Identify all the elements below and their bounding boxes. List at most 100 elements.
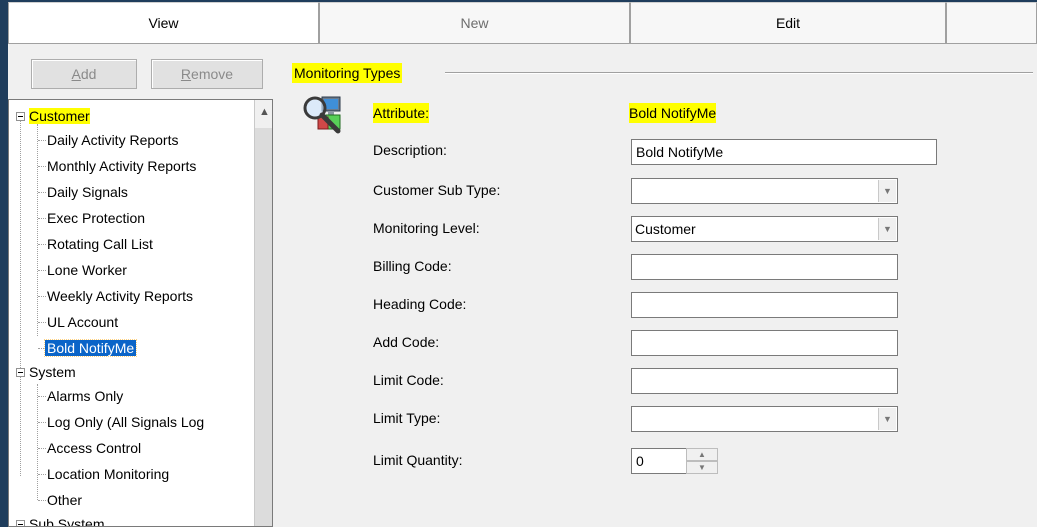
monitoring-level-select[interactable]: Customer ▼: [631, 216, 898, 242]
add-button[interactable]: Add: [31, 59, 137, 89]
remove-button[interactable]: Remove: [151, 59, 263, 89]
add-button-label: dd: [80, 66, 97, 82]
monitoring-types-tree[interactable]: Customer Daily Activity Reports Monthly …: [8, 99, 273, 527]
attribute-label: Attribute:: [373, 103, 430, 123]
tree-branch: [38, 448, 46, 449]
limit-type-label: Limit Type:: [373, 410, 441, 426]
scroll-up-button[interactable]: ▲: [255, 100, 272, 128]
sub-system-expand-icon[interactable]: [16, 520, 25, 526]
tree-branch: [38, 322, 46, 323]
tree-item-log-only[interactable]: Log Only (All Signals Log: [47, 410, 204, 434]
chevron-down-icon[interactable]: ▼: [878, 218, 896, 240]
chevron-down-icon[interactable]: ▼: [878, 408, 896, 430]
billing-code-label: Billing Code:: [373, 258, 452, 274]
tree-branch: [38, 166, 46, 167]
tab-view-label: View: [148, 15, 179, 31]
tree-item-label: Monthly Activity Reports: [47, 158, 197, 174]
tree-item-label: Daily Signals: [47, 184, 128, 200]
tree-node-customer-label: Customer: [29, 108, 90, 124]
tree-item-monthly-activity-reports[interactable]: Monthly Activity Reports: [47, 154, 196, 178]
tab-new-label: New: [460, 15, 489, 31]
tree-item-label: Access Control: [47, 440, 142, 456]
tree-node-system-label: System: [29, 364, 76, 380]
add-code-field[interactable]: [631, 330, 898, 356]
customer-sub-type-label: Customer Sub Type:: [373, 182, 501, 198]
limit-quantity-value: 0: [636, 453, 644, 469]
section-divider: [445, 72, 1033, 74]
limit-quantity-stepper[interactable]: 0 ▲ ▼: [631, 448, 718, 474]
tree-content: Customer Daily Activity Reports Monthly …: [9, 100, 256, 527]
tree-node-sub-system[interactable]: Sub System: [29, 512, 105, 527]
stepper-down-icon[interactable]: ▼: [686, 461, 718, 474]
tree-item-label: Exec Protection: [47, 210, 146, 226]
monitoring-level-label: Monitoring Level:: [373, 220, 480, 236]
tree-item-daily-signals[interactable]: Daily Signals: [47, 180, 128, 204]
add-button-mnemonic: A: [71, 66, 81, 82]
tree-item-bold-notifyme[interactable]: Bold NotifyMe: [43, 336, 138, 360]
heading-code-field[interactable]: [631, 292, 898, 318]
tree-branch: [38, 140, 46, 141]
add-code-label: Add Code:: [373, 334, 440, 350]
tab-edit-label: Edit: [775, 15, 801, 31]
remove-button-mnemonic: R: [180, 66, 192, 82]
tab-bar-filler: [946, 2, 1037, 44]
tree-item-ul-account[interactable]: UL Account: [47, 310, 118, 334]
tree-branch: [38, 270, 46, 271]
tree-item-label: Rotating Call List: [47, 236, 153, 252]
description-field[interactable]: Bold NotifyMe: [631, 139, 937, 165]
tree-item-lone-worker[interactable]: Lone Worker: [47, 258, 127, 282]
tree-branch: [38, 218, 46, 219]
limit-code-field[interactable]: [631, 368, 898, 394]
description-label: Description:: [373, 142, 447, 158]
tree-item-weekly-activity-reports[interactable]: Weekly Activity Reports: [47, 284, 193, 308]
tree-branch: [38, 422, 46, 423]
tree-customer-line: [37, 124, 38, 336]
monitoring-magnifier-icon: [303, 96, 341, 134]
tree-item-label: UL Account: [47, 314, 119, 330]
limit-type-select[interactable]: ▼: [631, 406, 898, 432]
tree-node-customer[interactable]: Customer: [29, 104, 90, 128]
tree-item-access-control[interactable]: Access Control: [47, 436, 141, 460]
system-collapse-icon[interactable]: [16, 368, 25, 377]
billing-code-field[interactable]: [631, 254, 898, 280]
tree-item-alarms-only[interactable]: Alarms Only: [47, 384, 123, 408]
tree-item-location-monitoring[interactable]: Location Monitoring: [47, 462, 169, 486]
tree-branch: [38, 500, 46, 501]
tree-item-label: Weekly Activity Reports: [47, 288, 194, 304]
tree-item-label-selected: Bold NotifyMe: [43, 339, 138, 357]
customer-collapse-icon[interactable]: [16, 112, 25, 121]
description-field-value: Bold NotifyMe: [636, 144, 724, 160]
tree-item-exec-protection[interactable]: Exec Protection: [47, 206, 145, 230]
tree-branch: [38, 192, 46, 193]
chevron-down-icon[interactable]: ▼: [878, 180, 896, 202]
tree-branch: [38, 244, 46, 245]
chevron-up-icon: ▲: [259, 106, 270, 118]
heading-code-label: Heading Code:: [373, 296, 467, 312]
customer-sub-type-select[interactable]: ▼: [631, 178, 898, 204]
tree-branch: [38, 474, 46, 475]
monitoring-level-value: Customer: [635, 221, 696, 237]
tab-edit[interactable]: Edit: [630, 2, 946, 44]
tree-node-sub-system-label: Sub System: [29, 516, 105, 527]
stepper-up-icon[interactable]: ▲: [686, 448, 718, 461]
tree-item-daily-activity-reports[interactable]: Daily Activity Reports: [47, 128, 178, 152]
tree-root-line: [20, 120, 21, 476]
tree-item-label: Other: [47, 492, 83, 508]
tab-bar: View New Edit: [8, 2, 1037, 44]
tree-item-rotating-call-list[interactable]: Rotating Call List: [47, 232, 153, 256]
tree-item-label: Daily Activity Reports: [47, 132, 179, 148]
tree-item-other[interactable]: Other: [47, 488, 82, 512]
tree-scrollbar[interactable]: ▲: [254, 100, 272, 526]
tree-item-label: Location Monitoring: [47, 466, 170, 482]
limit-quantity-label: Limit Quantity:: [373, 452, 463, 468]
tree-branch: [38, 296, 46, 297]
tab-view[interactable]: View: [8, 2, 319, 44]
tree-node-system[interactable]: System: [29, 360, 76, 384]
tree-item-label: Lone Worker: [47, 262, 127, 278]
tree-item-label: Alarms Only: [47, 388, 124, 404]
tree-branch: [38, 396, 46, 397]
attribute-value: Bold NotifyMe: [629, 103, 717, 123]
limit-code-label: Limit Code:: [373, 372, 444, 388]
section-title: Monitoring Types: [292, 63, 403, 83]
tab-new[interactable]: New: [319, 2, 630, 44]
